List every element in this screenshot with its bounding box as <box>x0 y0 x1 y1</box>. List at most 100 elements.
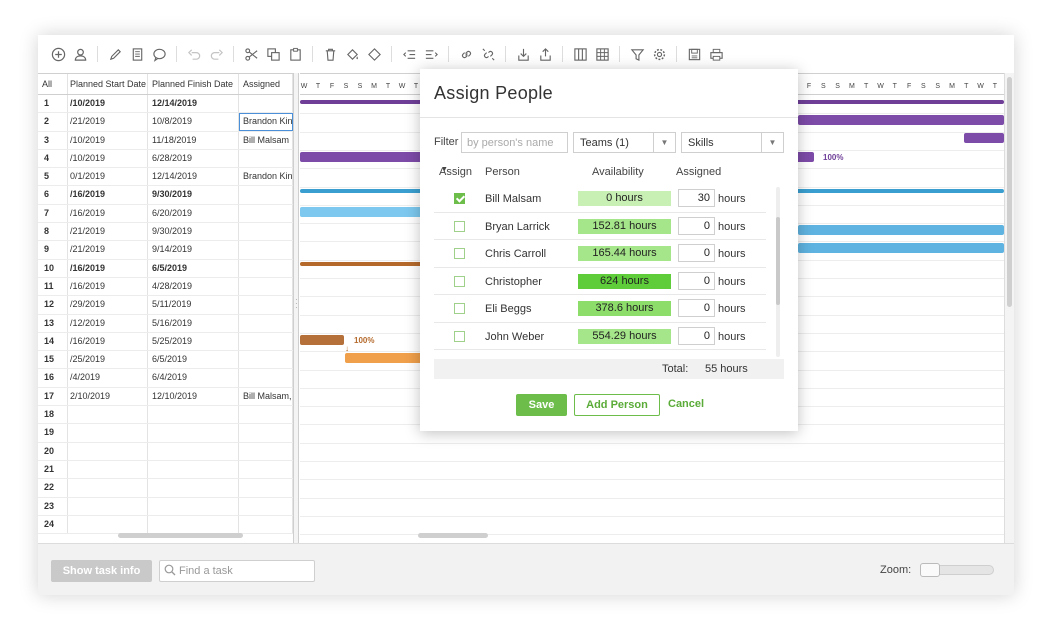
table-row[interactable]: 5 0/1/2019 12/14/2019 Brandon Kin <box>38 168 293 187</box>
table-row[interactable]: 10/16/2019 6/5/2019 <box>38 259 293 278</box>
start-date-cell[interactable] <box>68 460 148 479</box>
assigned-cell[interactable] <box>239 204 293 223</box>
finish-date-cell[interactable] <box>148 406 239 424</box>
start-date-cell[interactable]: 2/10/2019 <box>68 387 148 406</box>
assigned-cell[interactable] <box>239 369 293 387</box>
assigned-cell[interactable] <box>239 515 293 534</box>
vertical-scroll-thumb[interactable] <box>1007 77 1012 307</box>
row-number[interactable]: 17 <box>38 387 68 406</box>
row-number[interactable]: 1 <box>38 95 68 113</box>
table-row[interactable]: 15/25/2019 6/5/2019 <box>38 351 293 370</box>
table-row[interactable]: 22 <box>38 479 293 498</box>
finish-date-cell[interactable]: 6/4/2019 <box>148 369 239 387</box>
assigned-cell[interactable]: Bill Malsam <box>239 131 293 149</box>
cut-icon[interactable] <box>241 44 261 64</box>
column-header-start[interactable]: Planned Start Date <box>68 74 148 94</box>
assigned-cell[interactable] <box>239 351 293 369</box>
export-icon[interactable] <box>535 44 555 64</box>
table-row[interactable]: 6/16/2019 9/30/2019 <box>38 186 293 205</box>
assigned-hours-input[interactable] <box>678 299 715 317</box>
assigned-cell[interactable] <box>239 296 293 314</box>
start-date-cell[interactable] <box>68 424 148 442</box>
add-person-button[interactable]: Add Person <box>574 394 660 416</box>
row-number[interactable]: 18 <box>38 406 68 424</box>
row-number[interactable]: 9 <box>38 241 68 259</box>
indent-icon[interactable] <box>421 44 441 64</box>
assign-checkbox[interactable] <box>454 330 465 342</box>
assigned-cell[interactable] <box>239 186 293 204</box>
skills-select[interactable]: Skills ▼ <box>681 132 784 153</box>
start-date-cell[interactable]: /21/2019 <box>68 223 148 241</box>
row-number[interactable]: 4 <box>38 149 68 168</box>
start-date-cell[interactable]: /16/2019 <box>68 259 148 277</box>
finish-date-cell[interactable]: 12/10/2019 <box>148 387 239 406</box>
row-number[interactable]: 14 <box>38 332 68 351</box>
table-row[interactable]: 4/10/2019 6/28/2019 <box>38 149 293 169</box>
finish-date-cell[interactable] <box>148 515 239 534</box>
column-header-assigned[interactable]: Assigned <box>239 74 293 94</box>
edit-icon[interactable] <box>105 44 125 64</box>
table-row[interactable]: 20 <box>38 442 293 461</box>
start-date-cell[interactable] <box>68 515 148 534</box>
assigned-hours-input[interactable] <box>678 326 715 345</box>
finish-date-cell[interactable]: 9/30/2019 <box>148 223 239 241</box>
start-date-cell[interactable]: /25/2019 <box>68 351 148 369</box>
settings-icon[interactable] <box>649 44 669 64</box>
assigned-cell[interactable] <box>239 223 293 241</box>
grid-horizontal-scrollbar[interactable] <box>118 533 243 538</box>
people-list-scroll-thumb[interactable] <box>776 217 780 305</box>
start-date-cell[interactable]: /21/2019 <box>68 113 148 131</box>
table-row[interactable]: 21 <box>38 460 293 480</box>
print-icon[interactable] <box>706 44 726 64</box>
table-row[interactable]: 13/12/2019 5/16/2019 <box>38 314 293 333</box>
start-date-cell[interactable] <box>68 497 148 515</box>
finish-date-cell[interactable]: 6/5/2019 <box>148 259 239 277</box>
finish-date-cell[interactable]: 5/16/2019 <box>148 314 239 332</box>
table-row[interactable]: 23 <box>38 497 293 516</box>
row-number[interactable]: 23 <box>38 497 68 515</box>
pane-splitter[interactable]: · · · <box>293 73 299 543</box>
table-row[interactable]: 3/10/2019 11/18/2019 Bill Malsam <box>38 131 293 150</box>
row-number[interactable]: 12 <box>38 296 68 314</box>
row-number[interactable]: 11 <box>38 277 68 296</box>
assigned-cell[interactable]: Brandon Kinn <box>239 113 293 131</box>
row-number[interactable]: 10 <box>38 259 68 277</box>
assigned-cell[interactable] <box>239 479 293 497</box>
row-number[interactable]: 24 <box>38 515 68 534</box>
gantt-bar-task-3[interactable] <box>964 133 1004 143</box>
assigned-cell[interactable] <box>239 149 293 168</box>
start-date-cell[interactable]: /10/2019 <box>68 95 148 113</box>
assign-checkbox[interactable] <box>454 275 465 287</box>
row-number[interactable]: 8 <box>38 223 68 241</box>
columns-icon[interactable] <box>570 44 590 64</box>
start-date-cell[interactable]: /12/2019 <box>68 314 148 332</box>
finish-date-cell[interactable]: 4/28/2019 <box>148 277 239 296</box>
start-date-cell[interactable]: /16/2019 <box>68 204 148 223</box>
finish-date-cell[interactable]: 5/11/2019 <box>148 296 239 314</box>
row-number[interactable]: 5 <box>38 168 68 186</box>
save-icon[interactable] <box>684 44 704 64</box>
table-row[interactable]: 18 <box>38 406 293 425</box>
gantt-bar-task-2[interactable] <box>798 115 1004 125</box>
row-number[interactable]: 16 <box>38 369 68 387</box>
start-date-cell[interactable]: /16/2019 <box>68 332 148 351</box>
notes-icon[interactable] <box>127 44 147 64</box>
start-date-cell[interactable] <box>68 442 148 460</box>
undo-icon[interactable] <box>184 44 204 64</box>
row-number[interactable]: 22 <box>38 479 68 497</box>
assigned-cell[interactable] <box>239 241 293 259</box>
assigned-cell[interactable] <box>239 460 293 479</box>
finish-date-cell[interactable]: 12/14/2019 <box>148 168 239 186</box>
row-number[interactable]: 13 <box>38 314 68 332</box>
milestone-icon[interactable] <box>364 44 384 64</box>
finish-date-cell[interactable]: 6/28/2019 <box>148 149 239 168</box>
assigned-cell[interactable] <box>239 424 293 442</box>
assigned-cell[interactable] <box>239 314 293 332</box>
table-row[interactable]: 19 <box>38 424 293 443</box>
table-row[interactable]: 14/16/2019 5/25/2019 <box>38 332 293 352</box>
finish-date-cell[interactable]: 9/30/2019 <box>148 186 239 204</box>
filter-icon[interactable] <box>627 44 647 64</box>
finish-date-cell[interactable] <box>148 497 239 515</box>
finish-date-cell[interactable]: 6/20/2019 <box>148 204 239 223</box>
cancel-button[interactable]: Cancel <box>668 398 704 410</box>
